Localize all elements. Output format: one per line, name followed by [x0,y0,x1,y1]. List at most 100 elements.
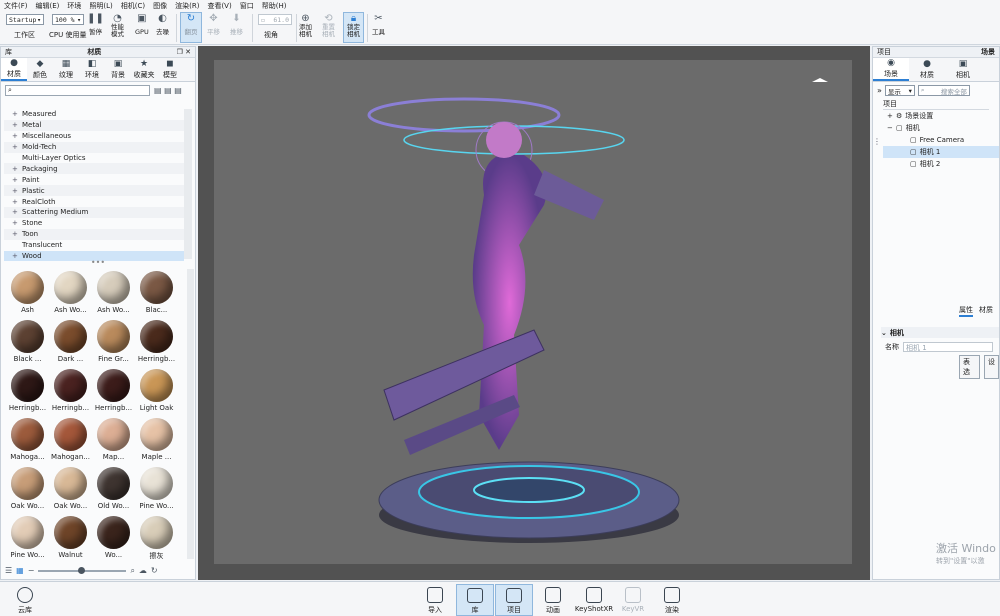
tree-item[interactable]: Multi-Layer Optics [4,153,184,164]
library-tab[interactable]: ▦ 纹理 [53,58,79,81]
expand-icon[interactable]: + [12,219,22,227]
tree-item[interactable]: + Scattering Medium [4,207,184,218]
project-tree-item[interactable]: ▢ Free Camera [883,134,999,146]
material-swatch[interactable]: Ash Wo... [92,269,135,318]
slider-handle[interactable] [78,566,86,574]
bottom-button[interactable]: 导入 [416,584,454,616]
expand-icon[interactable]: + [12,208,22,216]
render-canvas[interactable] [214,60,852,564]
menu-item[interactable]: 相机(C) [121,1,145,11]
expand-icon[interactable]: + [12,121,22,129]
name-field[interactable]: 相机 1 [903,342,993,352]
expand-icon[interactable]: + [12,230,22,238]
list-view-icon[interactable]: ☰ [5,566,12,575]
menu-item[interactable]: 图像 [153,1,167,11]
tree-item[interactable]: + RealCloth [4,196,184,207]
material-swatch[interactable]: Herringb... [92,367,135,416]
menu-item[interactable]: 渲染(R) [175,1,199,11]
perf-mode-button[interactable]: ◔ 性能 模式 [111,13,124,38]
expand-icon[interactable]: » [877,86,882,95]
gpu-button[interactable]: ▣ GPU [135,13,149,36]
library-tab[interactable]: ◧ 环境 [79,58,105,81]
reset-camera-button[interactable]: ⟲ 重置 相机 [322,13,335,38]
material-swatch[interactable]: Ash [6,269,49,318]
bottom-button[interactable]: 渲染 [653,584,691,616]
refresh-icon[interactable]: ↻ [151,566,158,575]
tree-item[interactable]: + Measured [4,109,184,120]
project-tree-item[interactable]: − ▢ 相机 [883,122,999,134]
tree-item[interactable]: + Mold-Tech [4,141,184,153]
splitter-dots[interactable]: ⋮ [873,137,881,157]
thumbnail-size-slider[interactable] [38,566,127,574]
cloud-library-button[interactable]: 云库 [6,584,44,616]
material-swatch[interactable]: Walnut [49,514,92,563]
viewport-corner-icon[interactable] [812,78,828,82]
pause-button[interactable]: ❚❚ 暂停 [87,13,104,36]
settings-button[interactable]: 设 [984,355,999,379]
expand-icon[interactable]: + [12,198,22,206]
swatch-scrollbar[interactable] [187,269,194,559]
material-swatch[interactable]: Mahoga... [6,416,49,465]
bottom-button[interactable]: KeyShotXR [575,584,613,616]
library-search-input[interactable]: ⌕ [5,85,150,96]
material-swatch[interactable]: Pine Wo... [135,465,178,514]
tree-item[interactable]: + Stone [4,218,184,229]
search-icon[interactable]: ⌕ [130,566,134,576]
menu-item[interactable]: 照明(L) [89,1,112,11]
fov-field[interactable]: ▭ 61.0 [258,14,292,25]
menu-item[interactable]: 窗口 [240,1,254,11]
project-tab[interactable]: ▣ 相机 [945,58,981,81]
tab-properties[interactable]: 属性 [959,305,973,317]
project-search-input[interactable]: ⌕ 搜索全部 [917,85,970,96]
material-swatch[interactable]: Maple ... [135,416,178,465]
material-swatch[interactable]: Map... [92,416,135,465]
tree-item[interactable]: + Plastic [4,185,184,197]
material-swatch[interactable]: 擦灰 [135,514,178,563]
dolly-button[interactable]: ⬇ 推移 [230,13,243,36]
table-select-button[interactable]: 表选 [959,355,980,379]
project-tab[interactable]: ● 材质 [909,58,945,81]
material-swatch[interactable]: Herringb... [135,318,178,367]
expand-icon[interactable]: + [887,112,893,120]
tree-item[interactable]: + Packaging [4,163,184,175]
material-swatch[interactable]: Herringb... [6,367,49,416]
tree-item[interactable]: + Miscellaneous [4,131,184,142]
cloud-icon[interactable]: ☁ [139,566,147,575]
library-tab[interactable]: ● 材质 [1,58,27,81]
material-swatch[interactable]: Fine Gr... [92,318,135,367]
bottom-button[interactable]: 项目 [495,584,533,616]
expand-icon[interactable]: + [12,252,22,260]
project-tree-item[interactable]: ▢ 相机 1 [883,146,999,158]
tools-button[interactable]: ✂ 工具 [372,13,385,36]
expand-icon[interactable]: + [12,132,22,140]
library-tab[interactable]: ◼ 模型 [157,58,183,81]
bottom-button[interactable]: 动画 [534,584,572,616]
project-tab[interactable]: ◉ 场景 [873,58,909,81]
menu-item[interactable]: 查看(V) [207,1,231,11]
tree-item[interactable]: + Toon [4,228,184,240]
pan-button[interactable]: ✥ 平移 [207,13,220,36]
expand-icon[interactable]: + [12,176,22,184]
camera-section-header[interactable]: ⌄ 相机 [881,327,999,338]
material-swatch[interactable]: Ash Wo... [49,269,92,318]
expand-icon[interactable]: + [12,143,22,151]
library-tab[interactable]: ▣ 背景 [105,58,131,81]
tree-item[interactable]: Translucent [4,240,184,251]
material-swatch[interactable]: Herringb... [49,367,92,416]
material-swatch[interactable]: Pine Wo... [6,514,49,563]
material-swatch[interactable]: Oak Wo... [49,465,92,514]
float-close-icons[interactable]: ❐ ✕ [177,48,191,56]
material-swatch[interactable]: Mahogan... [49,416,92,465]
menu-item[interactable]: 编辑(E) [36,1,60,11]
refresh-button[interactable]: ↻ 翻页 [180,12,202,43]
material-swatch[interactable]: Old Wo... [92,465,135,514]
denoise-button[interactable]: ◐ 去噪 [156,13,169,36]
material-swatch[interactable]: Oak Wo... [6,465,49,514]
tree-item[interactable]: + Metal [4,119,184,131]
display-dropdown[interactable]: 显示 ▾ [884,85,915,96]
bottom-button[interactable]: KeyVR [614,584,652,616]
expand-icon[interactable]: + [12,110,22,118]
menu-item[interactable]: 环境 [67,1,81,11]
material-swatch[interactable]: Dark ... [49,318,92,367]
library-tab[interactable]: ★ 收藏夹 [131,58,157,81]
